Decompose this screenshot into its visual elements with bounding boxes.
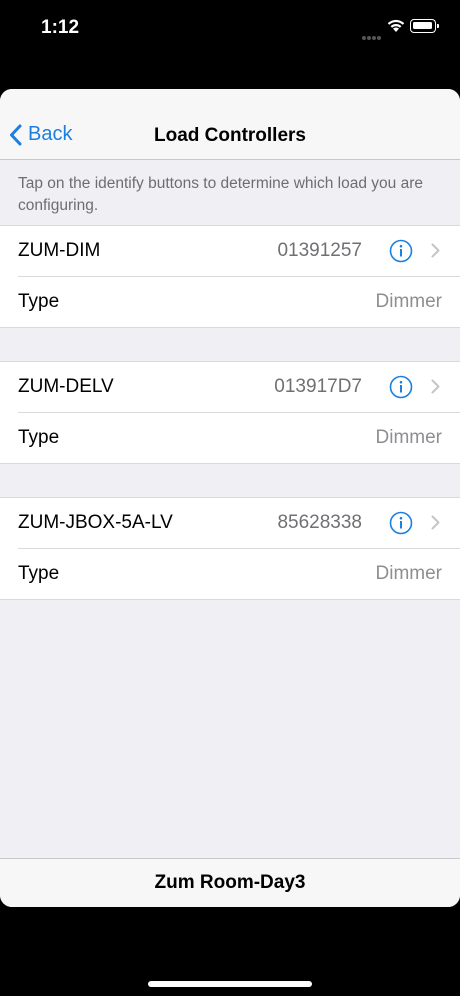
type-label: Type — [18, 427, 60, 448]
info-icon[interactable] — [389, 375, 413, 399]
navigation-bar: Back Load Controllers — [0, 89, 460, 160]
battery-icon — [410, 19, 439, 33]
chevron-right-icon — [431, 515, 440, 530]
controller-serial: 85628338 — [277, 512, 362, 533]
type-label: Type — [18, 291, 60, 312]
info-icon[interactable] — [389, 239, 413, 263]
info-icon[interactable] — [389, 511, 413, 535]
page-title: Load Controllers — [153, 125, 306, 146]
controller-group: ZUM-DELV 013917D7 Type Dimmer — [0, 361, 460, 464]
type-row: Type Dimmer — [18, 412, 460, 463]
controller-serial: 01391257 — [277, 240, 362, 261]
type-row: Type Dimmer — [18, 548, 460, 599]
instructions-text: Tap on the identify buttons to determine… — [18, 175, 423, 214]
controller-group: ZUM-JBOX-5A-LV 85628338 Type Dimmer — [0, 497, 460, 600]
home-indicator[interactable] — [148, 981, 312, 987]
type-value: Dimmer — [375, 563, 443, 584]
wifi-icon — [386, 18, 406, 38]
controller-serial: 013917D7 — [274, 376, 362, 397]
controller-name: ZUM-DIM — [18, 240, 101, 261]
cellular-signal-icon — [362, 27, 384, 40]
chevron-right-icon — [431, 243, 440, 258]
controller-row[interactable]: ZUM-JBOX-5A-LV 85628338 — [0, 498, 460, 548]
modal-sheet: Back Load Controllers Tap on the identif… — [0, 89, 460, 907]
type-label: Type — [18, 563, 60, 584]
controller-name: ZUM-DELV — [18, 376, 114, 397]
status-bar: 1:12 — [0, 0, 460, 56]
type-row: Type Dimmer — [18, 276, 460, 327]
status-time: 1:12 — [41, 17, 80, 38]
type-value: Dimmer — [375, 427, 443, 448]
type-value: Dimmer — [375, 291, 443, 312]
chevron-right-icon — [431, 379, 440, 394]
controller-row[interactable]: ZUM-DELV 013917D7 — [0, 362, 460, 412]
controller-name: ZUM-JBOX-5A-LV — [18, 512, 173, 533]
room-name: Zum Room-Day3 — [154, 872, 306, 893]
controller-row[interactable]: ZUM-DIM 01391257 — [0, 226, 460, 276]
controller-group: ZUM-DIM 01391257 Type Dimmer — [0, 225, 460, 328]
bottom-toolbar: Zum Room-Day3 — [0, 858, 460, 907]
